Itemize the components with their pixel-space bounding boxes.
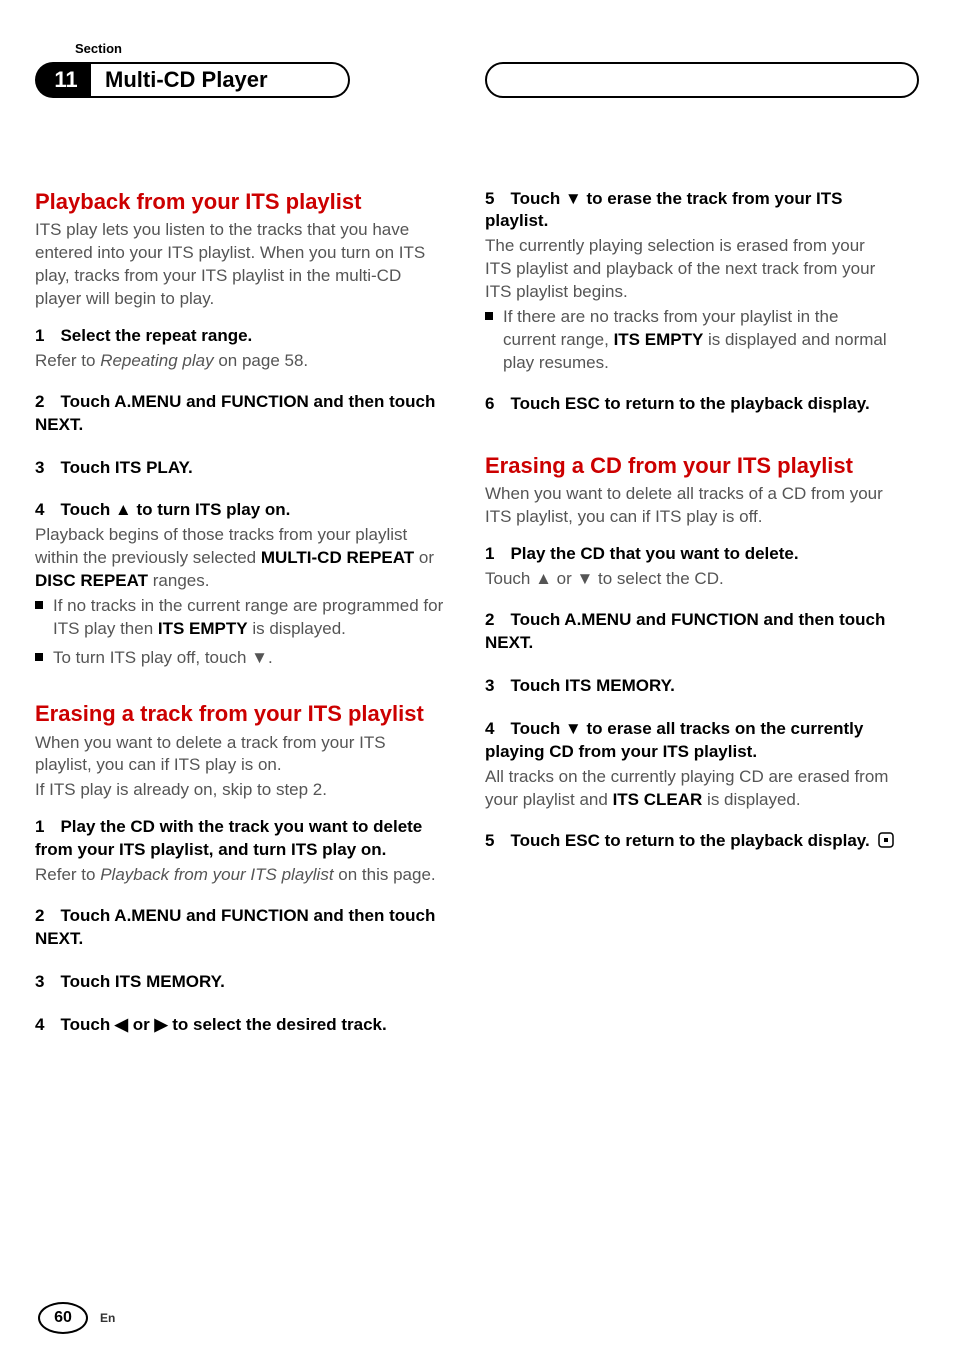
step-title: Touch ESC to return to the playback disp… <box>510 831 869 850</box>
step-4-body: Playback begins of those tracks from you… <box>35 524 445 593</box>
step-title: Touch ITS PLAY. <box>60 458 192 477</box>
step-title: Touch A.MENU and FUNCTION and then touch… <box>35 906 435 948</box>
step-num: 2 <box>485 610 494 629</box>
step-title: Select the repeat range. <box>60 326 252 345</box>
heading-erase-cd: Erasing a CD from your ITS playlist <box>485 452 895 480</box>
header-left: 11 Multi-CD Player <box>35 62 350 98</box>
bold-term: ITS CLEAR <box>613 790 703 809</box>
section-label: Section <box>75 40 919 58</box>
ec-step-4-body: All tracks on the currently playing CD a… <box>485 766 895 812</box>
ec-step-1: 1 Play the CD that you want to delete. <box>485 543 895 566</box>
ec-step-4: 4Touch ▼ to erase all tracks on the curr… <box>485 718 895 764</box>
ec-step-1-body: Touch ▲ or ▼ to select the CD. <box>485 568 895 591</box>
text-fragment: is displayed. <box>248 619 346 638</box>
step-num: 1 <box>485 544 494 563</box>
step-1: 1 Select the repeat range. <box>35 325 445 348</box>
right-column: 5Touch ▼ to erase the track from your IT… <box>485 188 895 1039</box>
step-num: 1 <box>35 817 44 836</box>
et-step-2: 2Touch A.MENU and FUNCTION and then touc… <box>35 905 445 951</box>
step-title: Touch ESC to return to the playback disp… <box>510 394 869 413</box>
step-3: 3 Touch ITS PLAY. <box>35 457 445 480</box>
language-label: En <box>100 1310 115 1326</box>
step-4: 4 Touch ▲ to turn ITS play on. <box>35 499 445 522</box>
step-title: Play the CD that you want to delete. <box>510 544 798 563</box>
et-step-5: 5Touch ▼ to erase the track from your IT… <box>485 188 895 234</box>
footer: 60 En <box>38 1302 115 1334</box>
step-num: 4 <box>35 500 44 519</box>
end-section-icon <box>878 832 894 855</box>
intro-playback: ITS play lets you listen to the tracks t… <box>35 219 445 311</box>
ref-italic: Playback from your ITS playlist <box>100 865 333 884</box>
left-column: Playback from your ITS playlist ITS play… <box>35 188 445 1039</box>
step-num: 5 <box>485 189 494 208</box>
step-num: 5 <box>485 831 494 850</box>
text-fragment: is displayed. <box>702 790 800 809</box>
erase-track-intro-b: If ITS play is already on, skip to step … <box>35 779 445 802</box>
step-num: 3 <box>35 458 44 477</box>
bullet-row: If there are no tracks from your playlis… <box>485 306 895 375</box>
bold-term: MULTI-CD REPEAT <box>261 548 414 567</box>
page-number: 60 <box>38 1302 88 1334</box>
text-fragment: on this page. <box>334 865 436 884</box>
ref-italic: Repeating play <box>100 351 213 370</box>
et-step-1: 1Play the CD with the track you want to … <box>35 816 445 862</box>
step-title: Touch A.MENU and FUNCTION and then touch… <box>35 392 435 434</box>
page: Section 11 Multi-CD Player Playback from… <box>0 0 954 1352</box>
bullet-row: If no tracks in the current range are pr… <box>35 595 445 641</box>
ec-step-3: 3 Touch ITS MEMORY. <box>485 675 895 698</box>
bullet-icon <box>35 601 43 609</box>
step-title: Touch ▼ to erase all tracks on the curre… <box>485 719 863 761</box>
step-title: Play the CD with the track you want to d… <box>35 817 422 859</box>
header-title: Multi-CD Player <box>105 65 268 95</box>
step-1-body: Refer to Repeating play on page 58. <box>35 350 445 373</box>
content-columns: Playback from your ITS playlist ITS play… <box>35 188 919 1039</box>
step-num: 6 <box>485 394 494 413</box>
bullet-text: If there are no tracks from your playlis… <box>503 306 895 375</box>
step-num: 2 <box>35 392 44 411</box>
et-step-6: 6 Touch ESC to return to the playback dis… <box>485 393 895 416</box>
et-step-5-body: The currently playing selection is erase… <box>485 235 895 304</box>
header-title-wrap: Multi-CD Player <box>91 62 350 98</box>
step-num: 3 <box>35 972 44 991</box>
text-fragment: or <box>414 548 434 567</box>
text-fragment: on page 58. <box>214 351 309 370</box>
bullet-text: To turn ITS play off, touch ▼. <box>53 647 273 670</box>
step-title: Touch ITS MEMORY. <box>60 972 224 991</box>
bullet-icon <box>485 312 493 320</box>
step-num: 4 <box>485 719 494 738</box>
text-fragment: Refer to <box>35 351 100 370</box>
bold-term: DISC REPEAT <box>35 571 148 590</box>
step-title: Touch ▲ to turn ITS play on. <box>60 500 290 519</box>
text-fragment: Refer to <box>35 865 100 884</box>
heading-playback: Playback from your ITS playlist <box>35 188 445 216</box>
bold-term: ITS EMPTY <box>614 330 704 349</box>
step-num: 4 <box>35 1015 44 1034</box>
step-title: Touch ▼ to erase the track from your ITS… <box>485 189 843 231</box>
step-title: Touch ITS MEMORY. <box>510 676 674 695</box>
bullet-icon <box>35 653 43 661</box>
step-title: Touch ◀ or ▶ to select the desired track… <box>60 1015 386 1034</box>
ec-step-2: 2Touch A.MENU and FUNCTION and then touc… <box>485 609 895 655</box>
erase-track-intro-a: When you want to delete a track from you… <box>35 732 445 778</box>
section-number-badge: 11 <box>35 62 91 98</box>
bullet-text: If no tracks in the current range are pr… <box>53 595 445 641</box>
et-step-3: 3 Touch ITS MEMORY. <box>35 971 445 994</box>
ec-step-5: 5 Touch ESC to return to the playback dis… <box>485 830 895 855</box>
step-title: Touch A.MENU and FUNCTION and then touch… <box>485 610 885 652</box>
bold-term: ITS EMPTY <box>158 619 248 638</box>
erase-cd-intro: When you want to delete all tracks of a … <box>485 483 895 529</box>
step-num: 2 <box>35 906 44 925</box>
heading-erase-track: Erasing a track from your ITS playlist <box>35 700 445 728</box>
step-2: 2Touch A.MENU and FUNCTION and then touc… <box>35 391 445 437</box>
text-fragment: ranges. <box>148 571 209 590</box>
step-num: 3 <box>485 676 494 695</box>
et-step-1-body: Refer to Playback from your ITS playlist… <box>35 864 445 887</box>
et-step-4: 4 Touch ◀ or ▶ to select the desired trac… <box>35 1014 445 1037</box>
step-num: 1 <box>35 326 44 345</box>
bullet-row: To turn ITS play off, touch ▼. <box>35 647 445 670</box>
header-right-pill <box>485 62 919 98</box>
header-row: 11 Multi-CD Player <box>35 62 919 98</box>
